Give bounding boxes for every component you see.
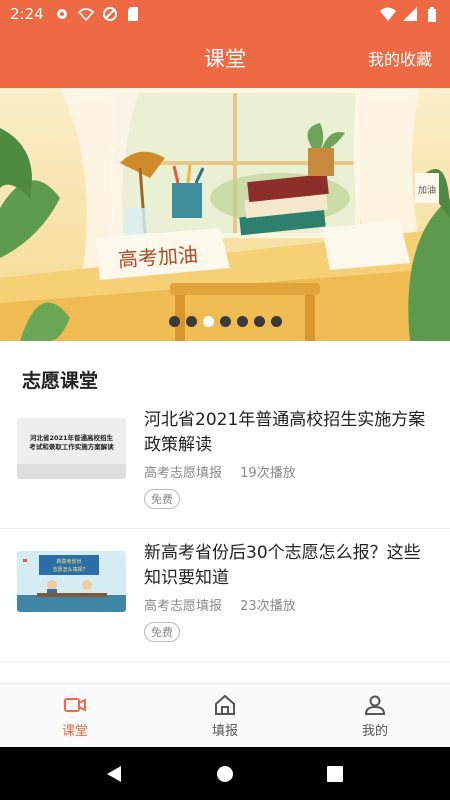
carousel-dot[interactable]: [253, 316, 265, 327]
bottom-navigation: 课堂 填报 我的: [0, 683, 450, 747]
page-title: 课堂: [204, 47, 246, 71]
nav-label: 课堂: [61, 723, 88, 739]
wifi-off-icon: [77, 8, 94, 22]
course-play-count: 19次播放: [240, 466, 296, 481]
course-category: 高考志愿填报: [144, 599, 223, 614]
back-icon[interactable]: [106, 765, 124, 783]
section-title: 志愿课堂: [22, 370, 99, 392]
course-category: 高考志愿填报: [144, 466, 223, 481]
course-thumbnail: 新高考省份 志愿怎么填报?: [17, 551, 126, 612]
settings-icon: [56, 9, 67, 19]
status-bar: 2:24: [0, 0, 450, 28]
course-play-count: 23次播放: [240, 599, 296, 614]
free-badge: 免费: [144, 489, 180, 509]
carousel-dot[interactable]: [270, 316, 282, 327]
blocked-icon: [102, 7, 117, 21]
app-header: 课堂 我的收藏: [0, 28, 450, 88]
sd-card-icon: [127, 7, 138, 21]
banner-carousel[interactable]: 高考加油 加油: [0, 88, 450, 341]
course-list: 河北省2021年普通高校招生 考试和录取工作实施方案解读 河北省2021年普通高…: [0, 396, 450, 683]
course-title: 新高考省份后30个志愿怎么报？这些知识要知道: [144, 543, 421, 588]
carousel-dot[interactable]: [219, 316, 231, 327]
home-button-icon[interactable]: [216, 765, 234, 783]
thumbnail-caption-line2: 考试和录取工作实施方案解读: [29, 442, 114, 451]
status-notification-icons: [54, 6, 142, 22]
course-item[interactable]: 新高考省份 志愿怎么填报? 新高考省份后30个志愿怎么报？这些知识要知道 高考志…: [0, 529, 450, 662]
free-badge: 免费: [144, 622, 180, 642]
recents-icon[interactable]: [326, 765, 344, 783]
carousel-dot[interactable]: [168, 316, 180, 327]
nav-label: 我的: [361, 723, 388, 739]
nav-tab-classroom[interactable]: 课堂: [0, 684, 150, 747]
home-icon: [215, 694, 235, 715]
battery-icon: [428, 7, 436, 22]
thumbnail-caption-line1: 河北省2021年普通高校招生: [30, 433, 114, 442]
my-favorites-button[interactable]: 我的收藏: [368, 46, 432, 70]
system-navigation-bar: [0, 747, 450, 800]
thumbnail-caption-line1: 新高考省份: [56, 558, 81, 565]
course-meta: 高考志愿填报 19次播放: [144, 462, 296, 481]
nav-label: 填报: [211, 723, 238, 739]
course-thumbnail: 河北省2021年普通高校招生 考试和录取工作实施方案解读: [17, 418, 126, 479]
status-time: 2:24: [10, 5, 44, 23]
banner-note-text: 加油: [418, 184, 436, 196]
banner-illustration: 高考加油 加油: [0, 88, 450, 341]
status-system-icons: [380, 6, 440, 22]
carousel-dot[interactable]: [185, 316, 197, 327]
nav-tab-apply[interactable]: 填报: [150, 684, 300, 747]
carousel-dot[interactable]: [236, 316, 248, 327]
course-meta: 高考志愿填报 23次播放: [144, 595, 296, 614]
course-item[interactable]: 河北省2021年普通高校招生 考试和录取工作实施方案解读 河北省2021年普通高…: [0, 396, 450, 529]
course-title: 河北省2021年普通高校招生实施方案政策解读: [144, 410, 426, 455]
carousel-dot[interactable]: [202, 316, 214, 327]
nav-tab-mine[interactable]: 我的: [300, 684, 450, 747]
wifi-icon: [380, 7, 396, 21]
signal-icon: [403, 7, 417, 21]
carousel-indicator: [0, 316, 450, 327]
person-icon: [364, 695, 386, 715]
thumbnail-caption-line2: 志愿怎么填报?: [53, 566, 86, 573]
video-camera-icon: [64, 697, 86, 712]
